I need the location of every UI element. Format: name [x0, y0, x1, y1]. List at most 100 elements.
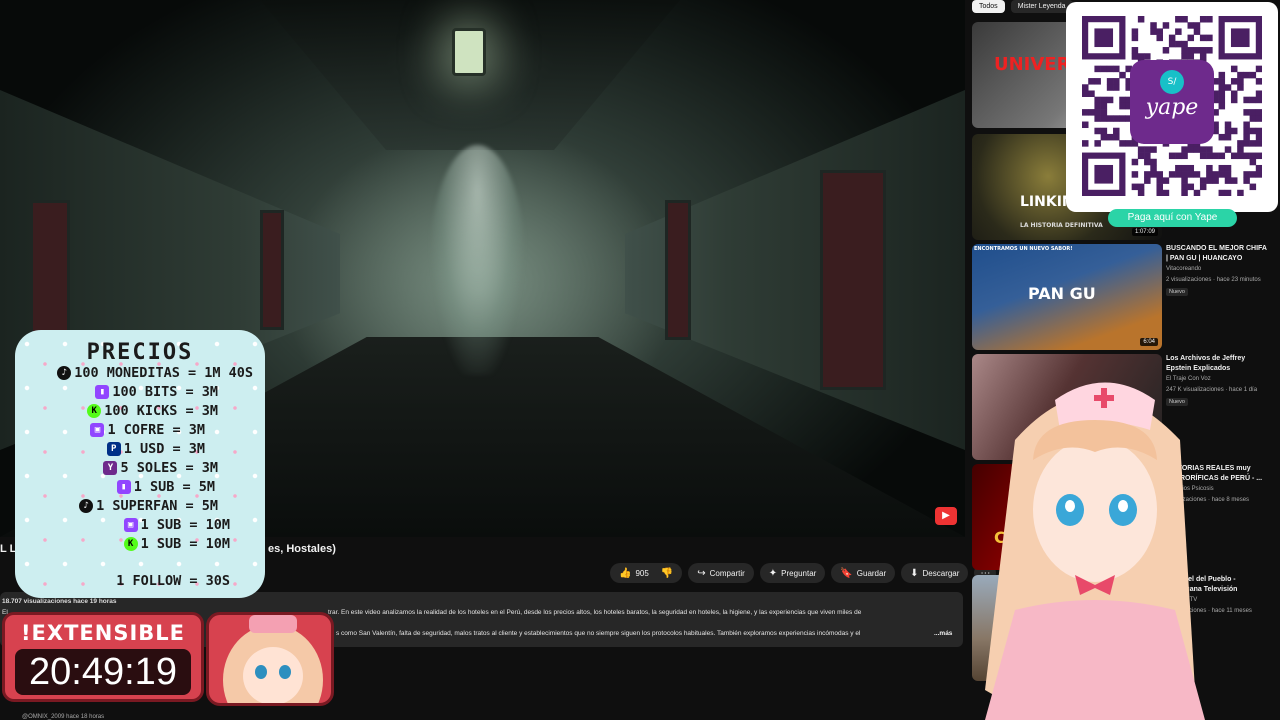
cap-cross: [1094, 395, 1114, 401]
qr-module: [1249, 71, 1257, 79]
qr-module: [1206, 177, 1213, 184]
share-label: Compartir: [709, 568, 745, 578]
qr-module: [1249, 109, 1257, 116]
qr-module: [1218, 164, 1226, 172]
qr-module: [1243, 140, 1250, 147]
qr-module: [1199, 34, 1207, 42]
yape-pay-button[interactable]: Paga aquí con Yape: [1108, 209, 1237, 227]
qr-module: [1206, 171, 1213, 178]
qr-module: [1100, 65, 1108, 73]
eye-highlight: [1065, 500, 1075, 512]
qr-module: [1156, 177, 1163, 184]
qr-module: [1144, 171, 1151, 178]
qr-module: [1218, 78, 1226, 85]
qr-module: [1181, 40, 1188, 48]
qr-module: [1199, 146, 1207, 153]
prices-title: PRECIOS: [86, 340, 194, 365]
qr-module: [1162, 177, 1170, 184]
qr-module: [1137, 189, 1145, 196]
channel-name[interactable]: Vitacoreando: [1166, 266, 1201, 272]
share-button[interactable]: ↪ Compartir: [688, 563, 754, 583]
price-row: ♪ 1 SUPERFAN = 5M: [79, 498, 218, 514]
qr-module: [1187, 53, 1195, 60]
qr-module: [1094, 115, 1101, 122]
vtuber-avatar: [985, 382, 1205, 720]
qr-module: [1137, 146, 1145, 153]
qr-module: [1094, 78, 1101, 85]
price-row: Y5 SOLES = 3M: [103, 460, 218, 476]
qr-module: [1113, 78, 1120, 85]
recommendation-item[interactable]: ENCONTRAMOS UN NUEVO SABOR! PAN GU 6:04 …: [972, 244, 1272, 350]
ceiling-lamp: [452, 28, 486, 76]
twitch-chest-icon: ▣: [123, 518, 138, 532]
qr-module: [1131, 171, 1139, 178]
qr-module: [1168, 152, 1176, 160]
qr-module: [1224, 146, 1232, 153]
scene-door: [260, 210, 284, 330]
qr-module: [1237, 146, 1244, 153]
ask-label: Preguntar: [781, 568, 817, 578]
qr-module: [1094, 109, 1101, 116]
qr-module: [1106, 115, 1114, 122]
qr-module: [1144, 53, 1151, 60]
qr-module: [1237, 71, 1244, 79]
avatar-eye: [255, 665, 267, 679]
thumbs-down-icon[interactable]: 👎: [661, 568, 673, 579]
qr-module: [1181, 53, 1188, 60]
qr-module: [1181, 171, 1188, 178]
qr-module: [1249, 127, 1257, 135]
bookmark-icon: 🔖: [840, 567, 853, 579]
qr-module: [1181, 164, 1188, 172]
qr-module: [1206, 164, 1213, 172]
thumbnail-text: UNIVER: [994, 54, 1071, 75]
qr-module: [1249, 140, 1257, 147]
qr-module: [1230, 78, 1238, 85]
qr-module: [1150, 158, 1157, 166]
qr-module: [1255, 152, 1262, 160]
price-text: 1 SUPERFAN = 5M: [96, 498, 218, 514]
price-row: P1 USD = 3M: [106, 441, 205, 457]
recommendation-title[interactable]: BUSCANDO EL MEJOR CHIFA | PAN GU | HUANC…: [1166, 244, 1270, 264]
qr-module: [1181, 47, 1188, 54]
qr-module: [1243, 121, 1250, 129]
avatar-card: [206, 612, 334, 706]
like-count: 905: [635, 568, 649, 578]
qr-module: [1243, 133, 1250, 141]
save-button[interactable]: 🔖 Guardar: [831, 563, 896, 583]
qr-finder: [1094, 164, 1114, 184]
price-text: 5 SOLES = 3M: [120, 460, 218, 476]
avatar-face: [243, 647, 303, 703]
ask-button[interactable]: ✦ Preguntar: [759, 563, 826, 583]
qr-module: [1113, 84, 1120, 91]
video-thumbnail[interactable]: ENCONTRAMOS UN NUEVO SABOR! PAN GU 6:04: [972, 244, 1162, 350]
qr-module: [1168, 34, 1176, 42]
price-text: 1 SUB = 5M: [133, 479, 215, 495]
price-text: 1 USD = 3M: [123, 441, 205, 457]
nurse-cap: [249, 615, 297, 633]
sparkle-icon: ✦: [768, 567, 778, 579]
qr-module: [1218, 96, 1226, 104]
qr-module: [1218, 133, 1226, 141]
video-actions: 👍 905 👎 ↪ Compartir ✦ Preguntar 🔖 Guarda…: [610, 563, 997, 583]
yape-qr-card[interactable]: yape: [1066, 2, 1278, 212]
qr-module: [1249, 115, 1257, 122]
like-button[interactable]: 👍 905 👎: [610, 563, 683, 583]
video-title: L L: [0, 543, 17, 555]
video-title-suffix: es, Hostales): [268, 543, 336, 555]
qr-module: [1113, 133, 1120, 141]
qr-module: [1199, 16, 1207, 23]
qr-module: [1106, 65, 1114, 73]
comment-author[interactable]: @OMNIX_2009 hace 18 horas: [22, 714, 104, 720]
chip-all[interactable]: Todos: [972, 0, 1005, 13]
qr-module: [1088, 90, 1095, 97]
qr-module: [1100, 127, 1108, 135]
ghost-figure: [430, 145, 525, 375]
paypal-icon: P: [106, 442, 121, 456]
price-text: 1 SUB = 10M: [140, 536, 230, 552]
price-row: K 100 KICKS = 3M: [87, 403, 218, 419]
qr-module: [1125, 140, 1132, 147]
chip-channel[interactable]: Mister Leyenda: [1010, 0, 1073, 13]
qr-module: [1162, 47, 1170, 54]
qr-module: [1255, 171, 1262, 178]
scene-door: [820, 170, 886, 390]
